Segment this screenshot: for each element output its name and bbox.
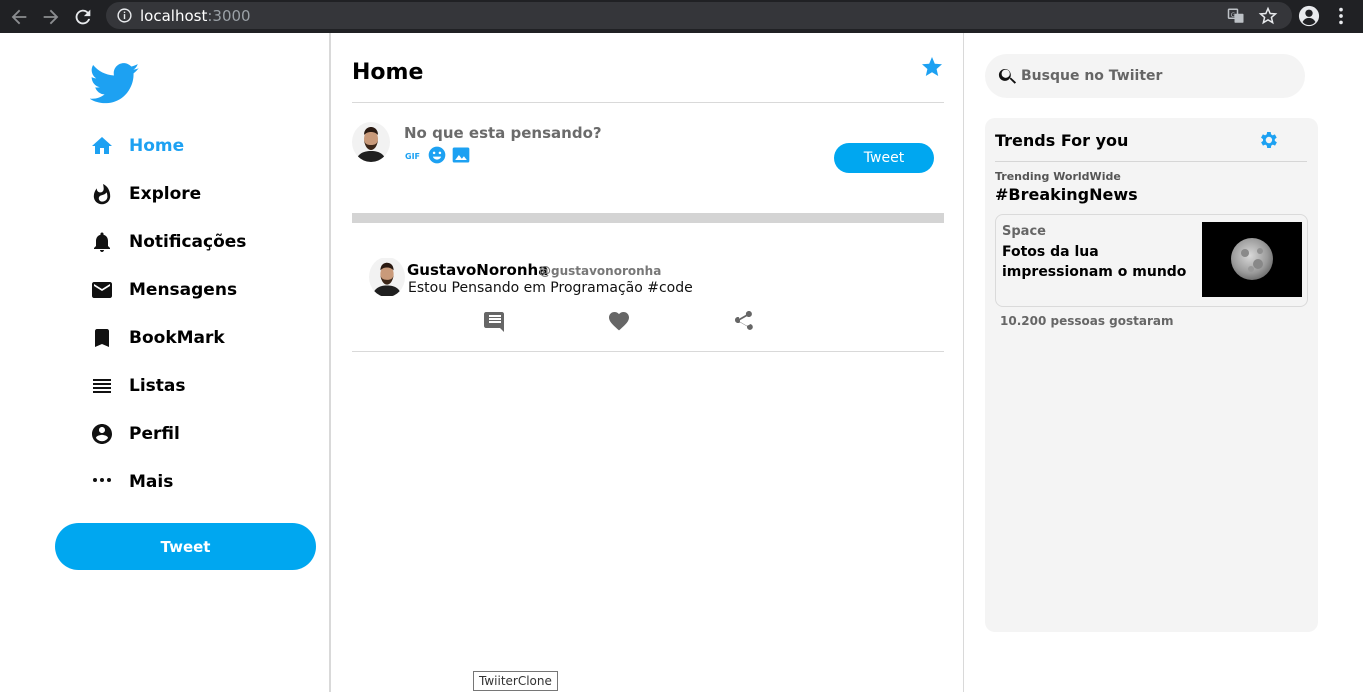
sidebar-item-notificacoes[interactable]: Notificações: [90, 227, 310, 257]
comment-icon[interactable]: [483, 309, 507, 333]
card-title: Fotos da lua impressionam o mundo: [1002, 244, 1187, 280]
mail-icon: [92, 282, 112, 298]
account-icon[interactable]: [1298, 5, 1320, 27]
divider: [352, 351, 944, 352]
post-text: Estou Pensando em Programação #code: [408, 280, 693, 296]
gif-icon[interactable]: GIF: [404, 145, 422, 165]
trending-label: Trending WorldWide: [995, 170, 1121, 183]
sidebar-item-label: Mais: [129, 472, 174, 492]
fire-icon: [93, 184, 111, 205]
star-icon[interactable]: [920, 55, 944, 79]
browser-toolbar: localhost:3000 G: [0, 0, 1363, 33]
info-icon[interactable]: [116, 7, 133, 24]
sidebar-item-label: Perfil: [129, 424, 180, 444]
reload-icon[interactable]: [72, 6, 94, 28]
compose-input[interactable]: No que esta pensando?: [404, 124, 602, 142]
twitter-bird-icon[interactable]: [90, 63, 140, 105]
sidebar-item-label: Notificações: [129, 232, 247, 252]
search-icon: [998, 68, 1017, 84]
sidebar-item-label: Explore: [129, 184, 202, 204]
sidebar-item-label: Home: [129, 136, 185, 156]
list-icon: [93, 379, 111, 393]
sidebar-item-home[interactable]: Home: [90, 131, 310, 161]
bell-icon: [94, 232, 110, 252]
trends-title: Trends For you: [995, 131, 1129, 150]
address-bar[interactable]: localhost:3000 G: [106, 2, 1292, 29]
divider: [352, 102, 944, 103]
left-sidebar: Home Explore Notificações Mensagens Book…: [0, 33, 331, 692]
trend-card[interactable]: Space Fotos da lua impressionam o mundo: [995, 214, 1308, 307]
sidebar-item-label: BookMark: [129, 328, 225, 348]
post-author-handle[interactable]: @gustavonoronha: [539, 264, 661, 278]
more-icon: [93, 478, 111, 482]
avatar[interactable]: [369, 257, 405, 297]
post-author-name[interactable]: GustavoNoronha: [407, 261, 548, 279]
sidebar-item-label: Mensagens: [129, 280, 238, 300]
bookmark-icon: [95, 329, 109, 347]
page-title: Home: [352, 60, 424, 85]
trending-tag[interactable]: #BreakingNews: [995, 185, 1138, 204]
sidebar-item-explore[interactable]: Explore: [90, 179, 310, 209]
sidebar-item-listas[interactable]: Listas: [90, 371, 310, 401]
translate-icon[interactable]: G: [1227, 7, 1245, 25]
main-feed: Home No que esta pensando? GIF Tweet Gus…: [333, 33, 964, 692]
card-category: Space: [1002, 224, 1046, 239]
image-icon[interactable]: [451, 145, 471, 165]
sidebar-item-bookmark[interactable]: BookMark: [90, 323, 310, 353]
back-icon[interactable]: [8, 6, 30, 28]
likes-count: 10.200 pessoas gostaram: [1000, 314, 1174, 328]
sidebar-item-perfil[interactable]: Perfil: [90, 419, 310, 449]
share-icon[interactable]: [731, 309, 755, 333]
url-text: localhost:3000: [140, 7, 251, 25]
trends-panel: Trends For you Trending WorldWide #Break…: [985, 118, 1318, 632]
svg-text:G: G: [1231, 12, 1236, 19]
moon-image: [1202, 222, 1302, 297]
sidebar-item-mensagens[interactable]: Mensagens: [90, 275, 310, 305]
avatar[interactable]: [352, 122, 390, 162]
gear-icon[interactable]: [1257, 129, 1279, 151]
tweet-button[interactable]: Tweet: [55, 523, 316, 570]
gif-label: GIF: [405, 152, 420, 161]
search-input[interactable]: Busque no Twiiter: [1021, 68, 1162, 84]
forward-icon[interactable]: [40, 6, 62, 28]
sidebar-item-mais[interactable]: Mais: [90, 467, 310, 497]
emoji-icon[interactable]: [427, 145, 447, 165]
bookmark-star-icon[interactable]: [1258, 6, 1278, 26]
compose-tweet-button[interactable]: Tweet: [834, 143, 934, 173]
profile-icon: [92, 424, 112, 444]
search-bar[interactable]: Busque no Twiiter: [985, 54, 1305, 98]
heart-icon[interactable]: [607, 309, 631, 333]
section-separator: [352, 213, 944, 223]
home-icon: [92, 137, 112, 154]
menu-icon[interactable]: [1330, 5, 1352, 27]
divider: [995, 161, 1307, 162]
sidebar-item-label: Listas: [129, 376, 186, 396]
tooltip: TwiiterClone: [473, 671, 558, 691]
